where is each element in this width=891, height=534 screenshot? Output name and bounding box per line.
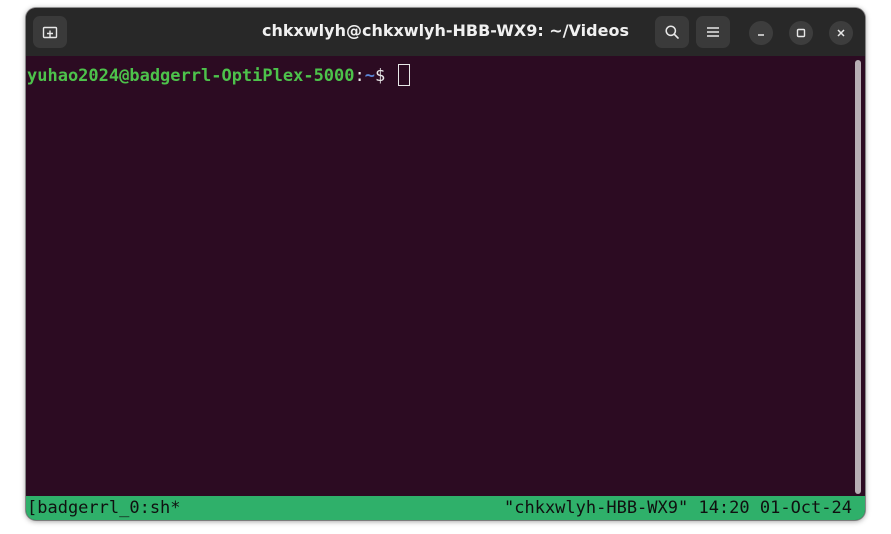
shell-prompt: yuhao2024@badgerrl-OptiPlex-5000:~$ [27, 64, 410, 87]
terminal-area[interactable]: yuhao2024@badgerrl-OptiPlex-5000:~$ [26, 56, 865, 496]
maximize-button[interactable] [789, 21, 813, 45]
tmux-status-bar: [badgerrl_0:sh* "chkxwlyh-HBB-WX9" 14:20… [26, 496, 865, 520]
tmux-host-clock: "chkxwlyh-HBB-WX9" 14:20 01-Oct-24 [504, 498, 852, 518]
text-cursor [397, 64, 410, 86]
search-button[interactable] [655, 16, 689, 48]
prompt-user-host: yuhao2024@badgerrl-OptiPlex-5000 [27, 66, 355, 86]
title-bar[interactable]: chkxwlyh@chkxwlyh-HBB-WX9: ~/Videos [26, 8, 865, 56]
close-icon [836, 28, 846, 38]
minimize-icon [756, 28, 766, 38]
tmux-session-window: [badgerrl_0:sh* [27, 498, 181, 518]
terminal-window: chkxwlyh@chkxwlyh-HBB-WX9: ~/Videos yuha… [26, 8, 865, 520]
prompt-colon: : [354, 66, 365, 86]
maximize-icon [796, 28, 806, 38]
window-title: chkxwlyh@chkxwlyh-HBB-WX9: ~/Videos [262, 21, 629, 40]
terminal-scrollbar[interactable] [855, 60, 861, 494]
prompt-path: ~ [364, 66, 376, 86]
search-icon [664, 24, 680, 40]
prompt-symbol: $ [375, 66, 396, 86]
minimize-button[interactable] [749, 21, 773, 45]
close-button[interactable] [829, 21, 853, 45]
hamburger-menu-icon [706, 26, 720, 38]
menu-button[interactable] [696, 16, 730, 48]
